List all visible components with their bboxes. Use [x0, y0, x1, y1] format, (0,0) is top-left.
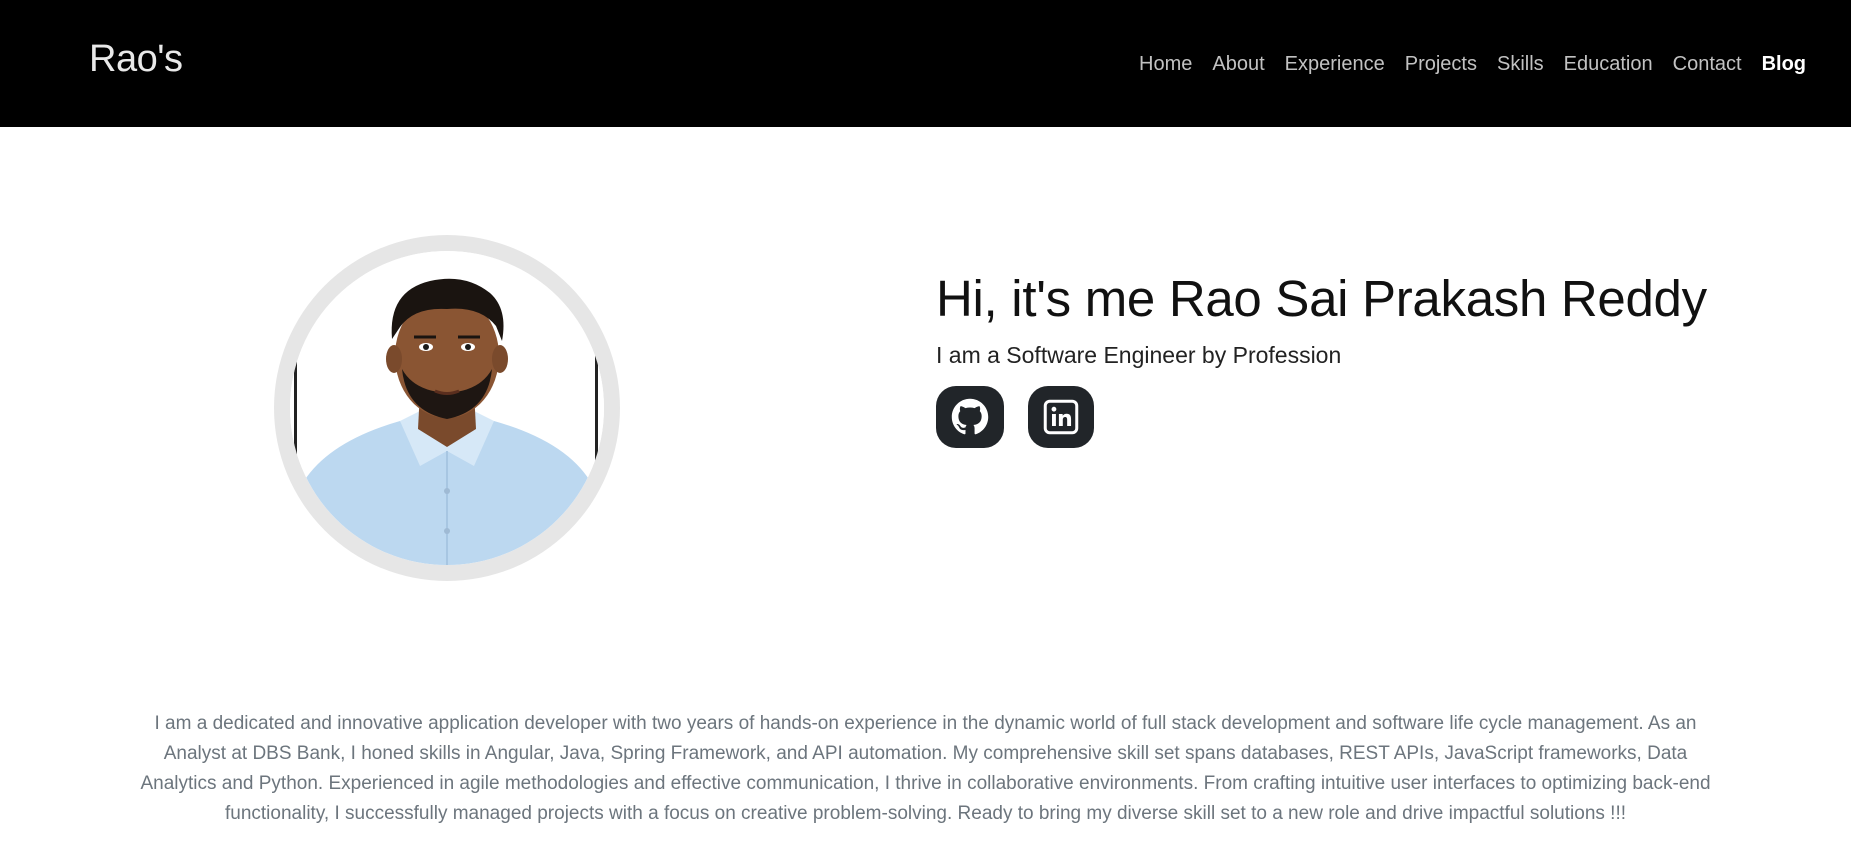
nav-link-home[interactable]: Home [1129, 51, 1202, 77]
nav-link-contact[interactable]: Contact [1663, 51, 1752, 77]
social-links [936, 386, 1707, 448]
linkedin-icon [1043, 399, 1079, 435]
nav-link-about[interactable]: About [1202, 51, 1274, 77]
linkedin-button[interactable] [1028, 386, 1094, 448]
nav-link-experience[interactable]: Experience [1275, 51, 1395, 77]
top-navbar: Rao's Home About Experience Projects Ski… [0, 0, 1851, 127]
github-icon [951, 398, 989, 435]
profile-portrait-image [290, 251, 604, 565]
nav-link-blog[interactable]: Blog [1752, 51, 1816, 77]
hero-section: Hi, it's me Rao Sai Prakash Reddy I am a… [936, 268, 1707, 448]
hero-subtitle: I am a Software Engineer by Profession [936, 342, 1342, 368]
brand-logo[interactable]: Rao's [89, 38, 183, 81]
about-paragraph: I am a dedicated and innovative applicat… [140, 713, 1711, 824]
hero-title: Hi, it's me Rao Sai Prakash Reddy [936, 270, 1707, 327]
nav-link-skills[interactable]: Skills [1487, 51, 1554, 77]
nav-link-education[interactable]: Education [1554, 51, 1663, 77]
profile-photo-frame [274, 235, 620, 581]
github-button[interactable] [936, 386, 1004, 448]
profile-photo [290, 251, 604, 565]
nav-links: Home About Experience Projects Skills Ed… [1129, 51, 1816, 77]
nav-link-projects[interactable]: Projects [1395, 51, 1487, 77]
